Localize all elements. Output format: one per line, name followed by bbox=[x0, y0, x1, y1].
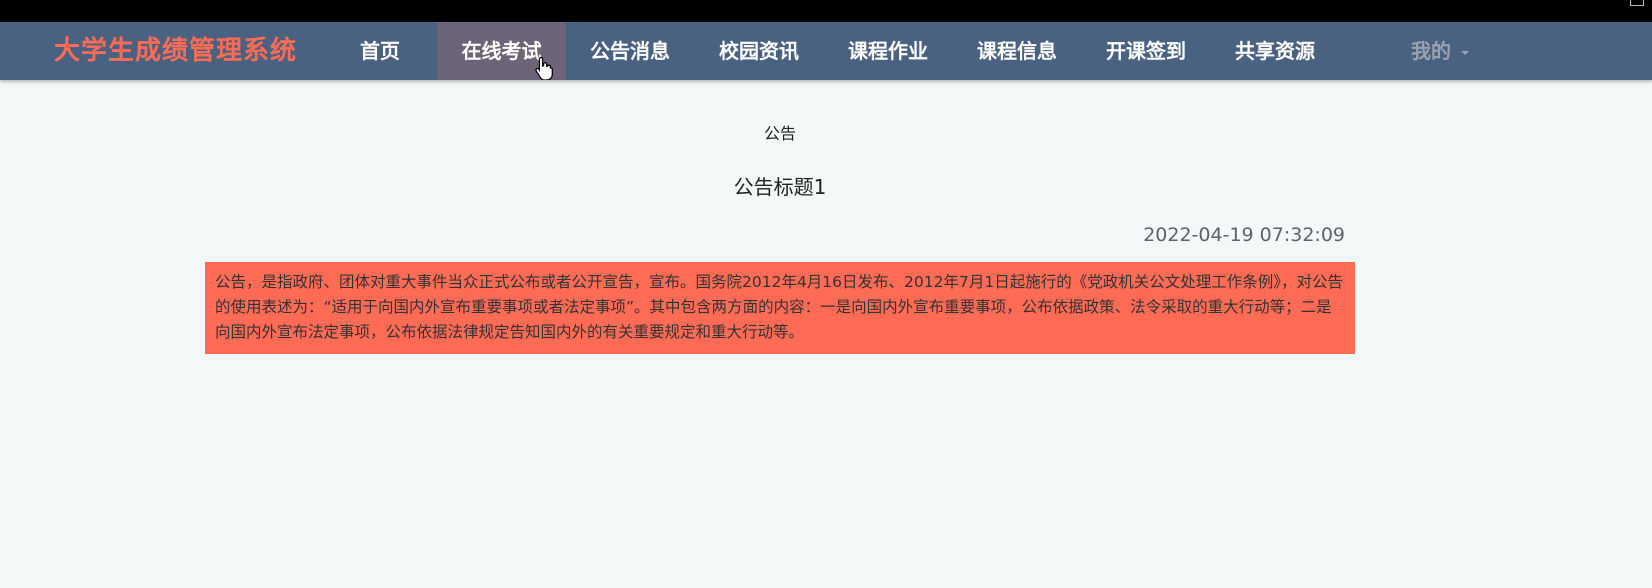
browser-top-strip bbox=[0, 0, 1652, 22]
user-menu[interactable]: 我的 bbox=[1395, 22, 1485, 80]
window-restore-icon[interactable] bbox=[1630, 0, 1644, 6]
notice-timestamp: 2022-04-19 07:32:09 bbox=[1143, 224, 1345, 246]
nav-item-home[interactable]: 首页 bbox=[330, 22, 430, 80]
caret-down-icon bbox=[1461, 50, 1469, 55]
nav-item-course-info[interactable]: 课程信息 bbox=[967, 22, 1067, 80]
nav-item-campus-news[interactable]: 校园资讯 bbox=[709, 22, 809, 80]
notice-title: 公告标题1 bbox=[733, 175, 827, 199]
nav-item-course-homework[interactable]: 课程作业 bbox=[838, 22, 938, 80]
top-navbar: 大学生成绩管理系统 首页 在线考试 公告消息 校园资讯 课程作业 课程信息 开课… bbox=[0, 22, 1652, 80]
main-content: 公告 公告标题1 2022-04-19 07:32:09 公告，是指政府、团体对… bbox=[0, 80, 1652, 588]
nav-item-shared-resources[interactable]: 共享资源 bbox=[1225, 22, 1325, 80]
notice-body: 公告，是指政府、团体对重大事件当众正式公布或者公开宣告，宣布。国务院2012年4… bbox=[205, 262, 1355, 354]
user-menu-label: 我的 bbox=[1411, 39, 1451, 63]
nav-item-announcements[interactable]: 公告消息 bbox=[580, 22, 680, 80]
app-title[interactable]: 大学生成绩管理系统 bbox=[54, 22, 297, 80]
section-title: 公告 bbox=[763, 124, 796, 143]
hand-pointer-icon bbox=[535, 56, 553, 80]
nav-item-class-checkin[interactable]: 开课签到 bbox=[1096, 22, 1196, 80]
